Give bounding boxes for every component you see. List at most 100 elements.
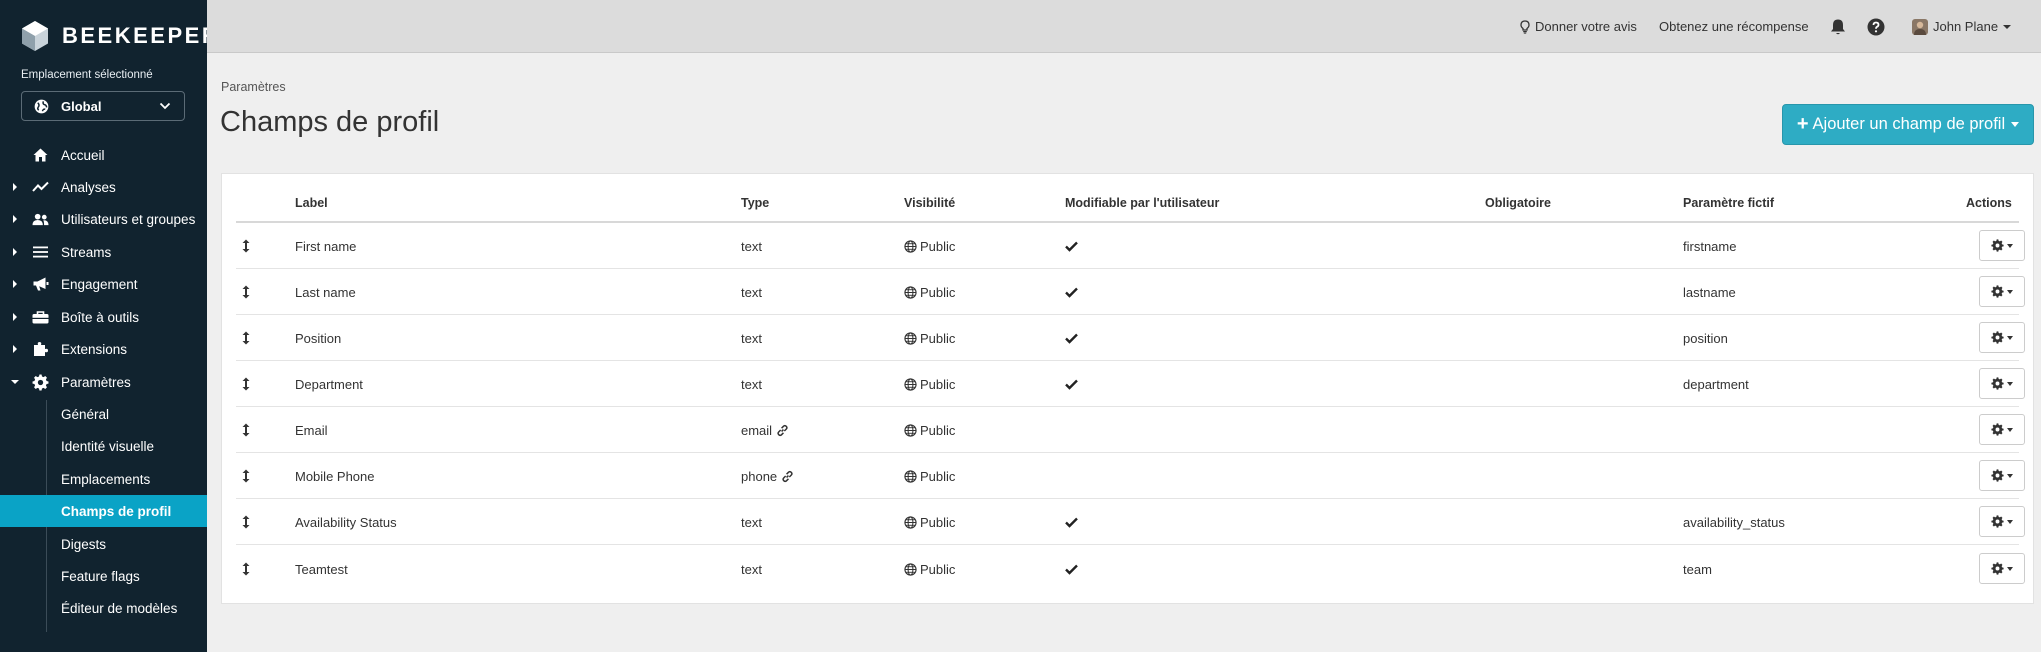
globe-icon [904, 562, 917, 576]
drag-handle-icon [242, 239, 250, 253]
field-placeholder: lastname [1683, 284, 1736, 300]
sidebar-item-label: Analyses [61, 179, 116, 195]
breadcrumb[interactable]: Paramètres [221, 80, 286, 94]
cell-visibility: Public [904, 407, 955, 453]
sidebar-item-parametres[interactable]: Paramètres [0, 366, 207, 398]
sidebar-item-label: Accueil [61, 147, 105, 163]
sidebar-item-users[interactable]: Utilisateurs et groupes [0, 203, 207, 235]
link-icon [782, 470, 793, 482]
gear-icon [1991, 562, 2004, 575]
caret-down-icon [2007, 566, 2013, 571]
globe-icon [904, 515, 917, 529]
cell-visibility: Public [904, 315, 955, 361]
row-actions-button[interactable] [1979, 506, 2025, 537]
row-actions-button[interactable] [1979, 276, 2025, 307]
field-visibility: Public [920, 238, 956, 254]
location-select[interactable]: Global [21, 91, 185, 121]
row-actions-button[interactable] [1979, 553, 2025, 584]
logo-text: BEEKEEPER [62, 23, 221, 48]
help-button[interactable] [1867, 0, 1890, 53]
feedback-link[interactable]: Donner votre avis [1520, 0, 1637, 53]
sidebar-subitem-label: Champs de profil [61, 503, 172, 519]
cell-editable [1065, 315, 1078, 361]
cell-placeholder: availability_status [1683, 499, 1785, 545]
sidebar-item-label: Streams [61, 244, 112, 260]
caret-down-icon [2007, 335, 2013, 340]
sidebar-subitem-label: Emplacements [61, 471, 151, 487]
globe-icon [904, 377, 917, 391]
row-actions-button[interactable] [1979, 230, 2025, 261]
help-circle-icon [1867, 18, 1885, 35]
chevron-down-icon [159, 102, 171, 110]
drag-handle[interactable] [242, 315, 250, 361]
user-name: John Plane [1933, 19, 1999, 34]
sidebar-item-extensions[interactable]: Extensions [0, 333, 207, 365]
row-actions-button[interactable] [1979, 322, 2025, 353]
drag-handle[interactable] [242, 361, 250, 407]
notifications-button[interactable] [1830, 0, 1851, 53]
sidebar-item-label: Extensions [61, 341, 128, 357]
sidebar-subitem-feature-flags[interactable]: Feature flags [0, 560, 207, 592]
caret-down-icon [2007, 473, 2013, 478]
cell-visibility: Public [904, 223, 955, 269]
caret-right-icon [13, 280, 17, 288]
row-actions-button[interactable] [1979, 368, 2025, 399]
globe-icon [904, 469, 917, 483]
field-visibility: Public [920, 376, 956, 392]
gear-icon [1991, 515, 2004, 528]
field-visibility: Public [920, 422, 956, 438]
drag-handle[interactable] [242, 407, 250, 453]
sidebar-item-toolbox[interactable]: Boîte à outils [0, 301, 207, 333]
add-profile-field-button[interactable]: + Ajouter un champ de profil [1782, 104, 2034, 145]
field-label: First name [295, 238, 357, 254]
cell-label: Teamtest [295, 546, 348, 592]
sidebar-item-engagement[interactable]: Engagement [0, 268, 207, 300]
drag-handle[interactable] [242, 223, 250, 269]
bell-icon [1831, 19, 1845, 34]
field-label: Department [295, 376, 363, 392]
check-icon [1065, 379, 1078, 390]
globe-icon [904, 331, 917, 345]
sidebar-subitem-digests[interactable]: Digests [0, 528, 207, 560]
reward-link[interactable]: Obtenez une récompense [1659, 0, 1809, 53]
cell-type: phone [741, 453, 794, 499]
cell-visibility: Public [904, 499, 955, 545]
location-value: Global [61, 98, 102, 114]
sidebar-item-streams[interactable]: Streams [0, 236, 207, 268]
gear-icon [1991, 469, 2004, 482]
field-type: text [741, 284, 762, 300]
column-header-type: Type [741, 196, 770, 210]
cell-label: Email [295, 407, 328, 453]
field-label: Last name [295, 284, 356, 300]
sidebar-subitem-label: Identité visuelle [61, 438, 155, 454]
column-header-placeholder: Paramètre fictif [1683, 196, 1775, 210]
user-menu[interactable]: John Plane [1912, 0, 2017, 53]
plus-icon: + [1796, 113, 1809, 135]
drag-handle[interactable] [242, 499, 250, 545]
gear-icon [32, 374, 49, 391]
sidebar-item-analyses[interactable]: Analyses [0, 171, 207, 203]
sidebar-subitem-general[interactable]: Général [0, 398, 207, 430]
drag-handle[interactable] [242, 453, 250, 499]
column-header-visibility: Visibilité [904, 196, 956, 210]
field-placeholder: firstname [1683, 238, 1737, 254]
sidebar-item-label: Engagement [61, 276, 138, 292]
sidebar-subitem-identite-visuelle[interactable]: Identité visuelle [0, 430, 207, 462]
sidebar-subitem-label: Digests [61, 536, 107, 552]
row-actions-button[interactable] [1979, 460, 2025, 491]
table-row: Teamtest text Public team [236, 546, 2025, 592]
row-actions-button[interactable] [1979, 414, 2025, 445]
sidebar-subitem-champs-de-profil[interactable]: Champs de profil [0, 495, 207, 527]
cell-type: text [741, 223, 762, 269]
sidebar-subitem-emplacements[interactable]: Emplacements [0, 463, 207, 495]
beekeeper-logo-icon [22, 21, 48, 51]
drag-handle[interactable] [242, 269, 250, 315]
sidebar-item-accueil[interactable]: Accueil [0, 139, 207, 171]
sidebar-subitem-editeur-de-modeles[interactable]: Éditeur de modèles [0, 592, 207, 624]
caret-right-icon [13, 313, 17, 321]
cell-placeholder: firstname [1683, 223, 1736, 269]
cell-visibility: Public [904, 453, 955, 499]
sidebar-subitem-label: Feature flags [61, 568, 140, 584]
beekeeper-logo[interactable]: BEEKEEPER [20, 20, 220, 52]
drag-handle[interactable] [242, 546, 250, 592]
